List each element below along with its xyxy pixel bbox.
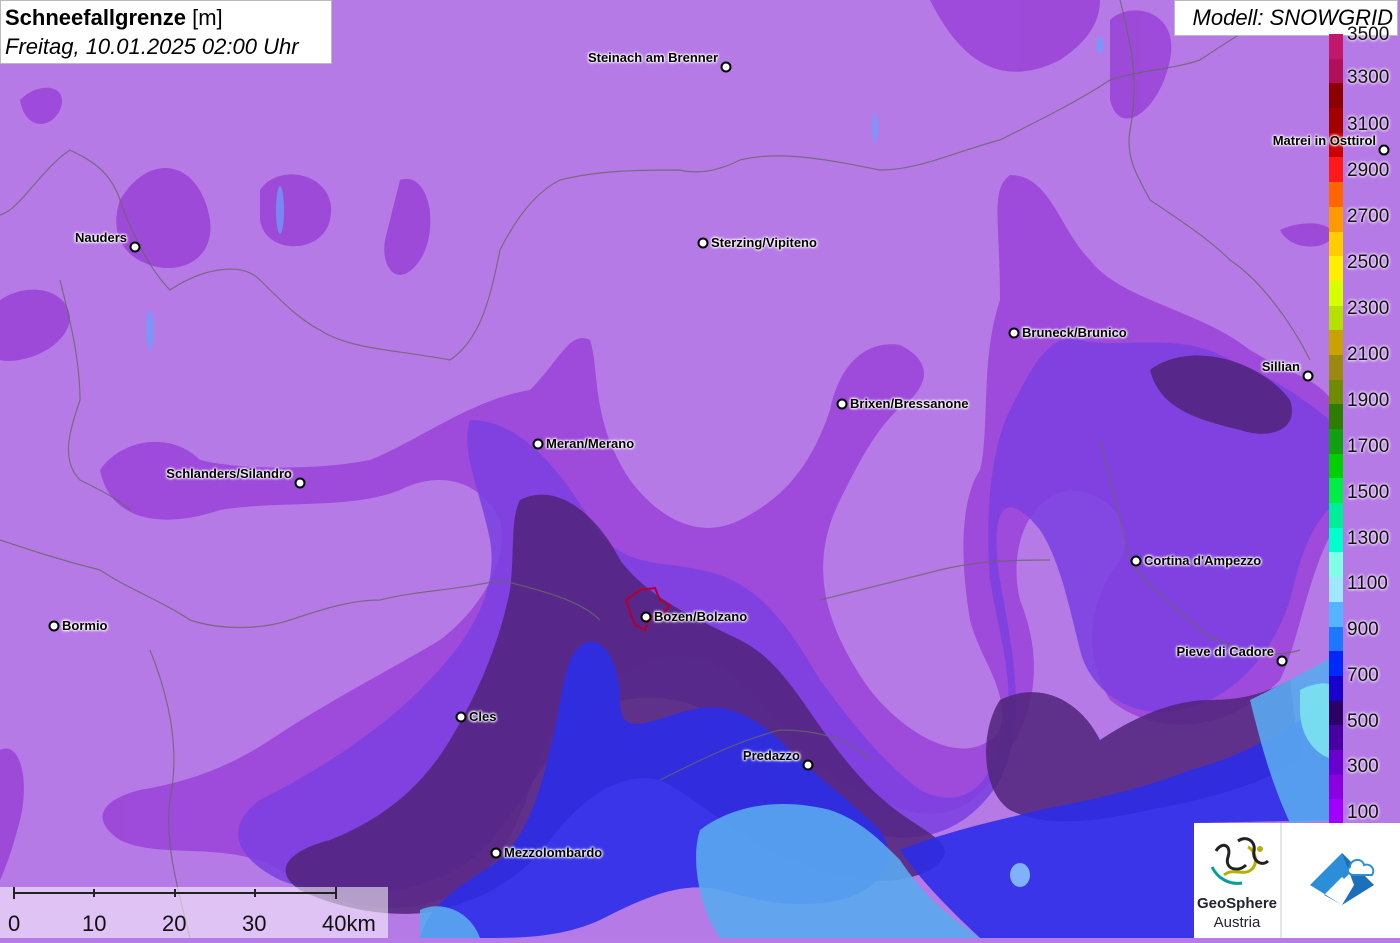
legend-color-segment <box>1329 749 1343 776</box>
geosphere-country: Austria <box>1213 914 1261 931</box>
city-marker[interactable] <box>1008 327 1020 339</box>
geosphere-emblem-icon <box>1210 837 1270 885</box>
city-marker[interactable] <box>802 759 814 771</box>
legend-color-segment <box>1329 552 1343 578</box>
legend-color-segment <box>1329 799 1343 825</box>
scale-label: 10 <box>82 911 107 936</box>
logos-panel: GeoSphere Austria <box>1194 823 1400 938</box>
legend-color-segment <box>1329 280 1343 307</box>
legend-color-segment <box>1329 58 1343 84</box>
legend-color-segment <box>1329 108 1343 134</box>
city-label: Predazzo <box>742 748 800 763</box>
scale-label: 20 <box>162 911 187 936</box>
legend-label: 1700 <box>1347 436 1390 457</box>
legend-color-segment <box>1329 601 1343 627</box>
city-marker[interactable] <box>532 438 544 450</box>
city-label: Meran/Merano <box>546 436 635 451</box>
legend-label: 2300 <box>1347 298 1390 319</box>
legend-label: 2700 <box>1347 206 1390 227</box>
legend-label: 1900 <box>1347 390 1390 411</box>
legend-color-segment <box>1329 157 1343 183</box>
legend-color-segment <box>1329 577 1343 603</box>
legend-color-segment <box>1329 453 1343 479</box>
legend-label: 1500 <box>1347 482 1390 503</box>
city-label: Bruneck/Brunico <box>1022 325 1127 340</box>
city-marker[interactable] <box>129 241 141 253</box>
city-label: Sillian <box>1261 359 1300 374</box>
legend-color-segment <box>1329 503 1343 529</box>
city-label: Cles <box>469 709 497 724</box>
legend-color-segment <box>1329 651 1343 677</box>
map-title-panel: Schneefallgrenze [m] Freitag, 10.01.2025… <box>0 0 332 64</box>
city-marker[interactable] <box>720 61 732 73</box>
legend-color-segment <box>1329 429 1343 455</box>
partner-logo <box>1284 823 1400 938</box>
legend-label: 100 <box>1347 802 1379 823</box>
city-label: Steinach am Brenner <box>587 50 718 65</box>
legend-color-segment <box>1329 256 1343 282</box>
city-label: Bormio <box>62 618 108 633</box>
legend-color-segment <box>1329 231 1343 257</box>
legend-label: 300 <box>1347 756 1379 777</box>
legend-color-segment <box>1329 404 1343 430</box>
legend-color-segment <box>1329 354 1343 381</box>
legend-color-segment <box>1329 330 1343 356</box>
city-marker[interactable] <box>640 611 652 623</box>
map-datetime: Freitag, 10.01.2025 02:00 Uhr <box>5 34 299 59</box>
legend-label: 500 <box>1347 711 1379 732</box>
city-label: Nauders <box>74 230 127 245</box>
legend-label: 900 <box>1347 619 1379 640</box>
legend-label: 2500 <box>1347 252 1390 273</box>
legend-color-segment <box>1329 379 1343 405</box>
city-marker[interactable] <box>294 477 306 489</box>
city-label: Cortina d'Ampezzo <box>1144 553 1262 568</box>
legend-color-segment <box>1329 34 1343 60</box>
legend-label: 3500 <box>1347 24 1390 45</box>
scale-bar: 0 10 20 30 40km <box>0 887 388 938</box>
scale-label: 40km <box>322 911 376 936</box>
color-legend: 3500 3300 3100 2900 2700 2500 2300 2100 1900 1700… <box>1329 24 1400 825</box>
city-marker[interactable] <box>1302 370 1314 382</box>
city-marker[interactable] <box>1378 144 1390 156</box>
legend-label: 700 <box>1347 665 1379 686</box>
legend-color-bar <box>1329 34 1343 825</box>
legend-label: 1100 <box>1347 573 1388 594</box>
legend-color-segment <box>1329 182 1343 208</box>
legend-color-segment <box>1329 626 1343 652</box>
city-marker[interactable] <box>1130 555 1142 567</box>
legend-label: 2100 <box>1347 344 1390 365</box>
legend-label: 3300 <box>1347 67 1390 88</box>
legend-color-segment <box>1329 305 1343 331</box>
legend-label: 1300 <box>1347 528 1390 549</box>
city-label: Sterzing/Vipiteno <box>711 235 817 250</box>
legend-color-segment <box>1329 83 1343 109</box>
city-marker[interactable] <box>1276 655 1288 667</box>
legend-color-segment <box>1329 206 1343 232</box>
scale-label: 30 <box>242 911 267 936</box>
city-marker[interactable] <box>836 398 848 410</box>
map-title: Schneefallgrenze [m] <box>5 5 223 30</box>
legend-color-segment <box>1329 478 1343 504</box>
city-label: Bozen/Bolzano <box>654 609 748 624</box>
legend-color-segment <box>1329 725 1343 751</box>
city-label: Brixen/Bressanone <box>850 396 969 411</box>
city-marker[interactable] <box>697 237 709 249</box>
city-label: Matrei in Osttirol <box>1272 133 1376 148</box>
city-label: Mezzolombardo <box>504 845 603 860</box>
scale-label: 0 <box>8 911 21 936</box>
geosphere-name: GeoSphere <box>1196 895 1278 912</box>
legend-color-segment <box>1329 675 1343 702</box>
legend-color-segment <box>1329 700 1343 726</box>
legend-color-segment <box>1329 527 1343 553</box>
city-marker[interactable] <box>455 711 467 723</box>
geosphere-logo: GeoSphere Austria <box>1194 823 1282 938</box>
weather-warning-logo-icon <box>1310 853 1375 905</box>
legend-color-segment <box>1329 774 1343 800</box>
city-marker[interactable] <box>490 847 502 859</box>
city-label: Schlanders/Silandro <box>166 466 292 481</box>
legend-label: 2900 <box>1347 160 1390 181</box>
city-marker[interactable] <box>48 620 60 632</box>
city-label: Pieve di Cadore <box>1176 644 1274 659</box>
